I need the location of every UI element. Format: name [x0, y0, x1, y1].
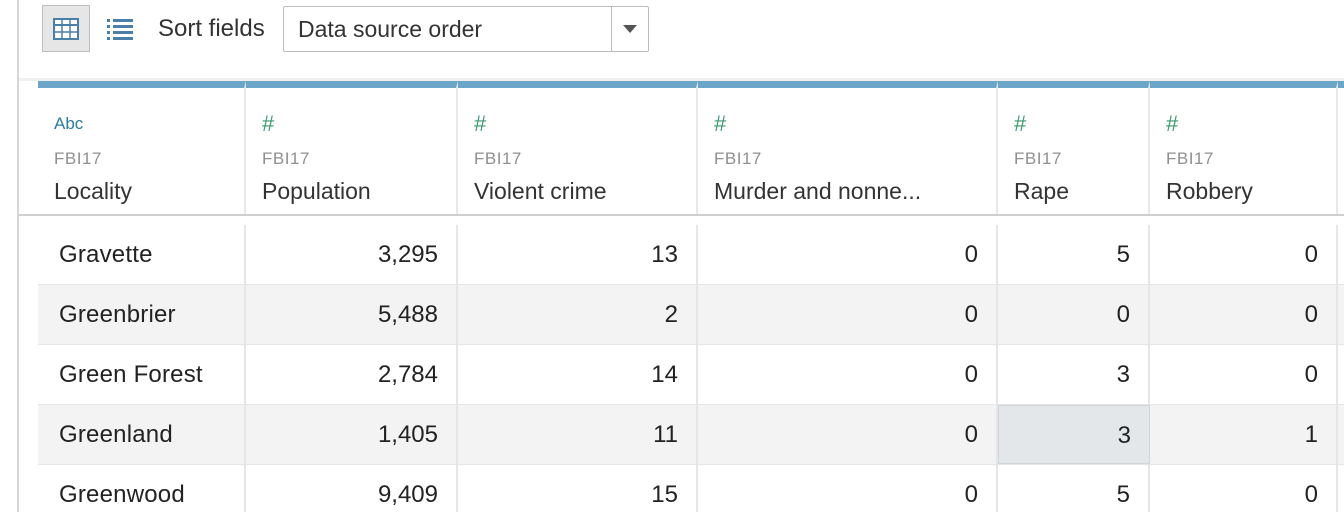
cell-violent-crime[interactable]: 2 [458, 285, 698, 344]
column-name: Violent crime [474, 178, 607, 204]
cell-locality[interactable]: Gravette [38, 225, 246, 284]
cell-robbery[interactable]: 1 [1150, 405, 1338, 464]
number-type-icon[interactable]: # [262, 113, 274, 135]
table-row: Greenwood 9,409 15 0 5 0 [38, 465, 1344, 512]
grid-icon [53, 17, 79, 40]
cell-rape[interactable]: 0 [998, 285, 1150, 344]
cell-next [1338, 405, 1344, 464]
column-source: FBI17 [474, 149, 522, 168]
column-name: Robbery [1166, 178, 1253, 204]
column-name: Population [262, 178, 371, 204]
column-header-robbery[interactable]: # FBI17 Robbery [1150, 81, 1338, 216]
cell-population[interactable]: 5,488 [246, 285, 458, 344]
column-header-population[interactable]: # FBI17 Population [246, 81, 458, 216]
cell-locality[interactable]: Greenwood [38, 465, 246, 512]
cell-murder[interactable]: 0 [698, 285, 998, 344]
table-row: Green Forest 2,784 14 0 3 0 [38, 345, 1344, 405]
table-body: Gravette 3,295 13 0 5 0 Greenbrier 5,488… [38, 225, 1344, 512]
column-header-rape[interactable]: # FBI17 Rape [998, 81, 1150, 216]
cell-violent-crime[interactable]: 11 [458, 405, 698, 464]
left-panel-edge [0, 0, 19, 512]
column-source: FBI17 [54, 149, 102, 168]
table-row: Greenbrier 5,488 2 0 0 0 [38, 285, 1344, 345]
cell-rape[interactable]: 3 [998, 345, 1150, 404]
table-row: Greenland 1,405 11 0 3 1 [38, 405, 1344, 465]
string-type-icon[interactable]: Abc [54, 114, 83, 134]
cell-violent-crime[interactable]: 15 [458, 465, 698, 512]
cell-locality[interactable]: Greenbrier [38, 285, 246, 344]
sort-fields-dropdown[interactable]: Data source order [283, 6, 649, 52]
data-grid: Abc FBI17 Locality # FBI17 Population # … [38, 81, 1344, 512]
toolbar: Sort fields Data source order [19, 0, 1344, 78]
cell-murder[interactable]: 0 [698, 405, 998, 464]
cell-murder[interactable]: 0 [698, 465, 998, 512]
column-header-locality[interactable]: Abc FBI17 Locality [38, 81, 246, 216]
cell-robbery[interactable]: 0 [1150, 285, 1338, 344]
number-type-icon[interactable]: # [474, 113, 486, 135]
cell-locality[interactable]: Green Forest [38, 345, 246, 404]
sort-fields-label: Sort fields [158, 15, 265, 42]
cell-violent-crime[interactable]: 13 [458, 225, 698, 284]
cell-population[interactable]: 2,784 [246, 345, 458, 404]
column-source: FBI17 [1166, 149, 1214, 168]
column-header-violent-crime[interactable]: # FBI17 Violent crime [458, 81, 698, 216]
cell-population[interactable]: 9,409 [246, 465, 458, 512]
column-name: Locality [54, 178, 132, 204]
number-type-icon[interactable]: # [1166, 113, 1178, 135]
cell-next [1338, 225, 1344, 284]
column-name: Rape [1014, 178, 1069, 204]
grid-view-button[interactable] [42, 5, 90, 52]
cell-next [1338, 285, 1344, 344]
column-source: FBI17 [262, 149, 310, 168]
cell-robbery[interactable]: 0 [1150, 465, 1338, 512]
column-source: FBI17 [714, 149, 762, 168]
column-source: FBI17 [1014, 149, 1062, 168]
cell-rape[interactable]: 5 [998, 465, 1150, 512]
cell-locality[interactable]: Greenland [38, 405, 246, 464]
table-row: Gravette 3,295 13 0 5 0 [38, 225, 1344, 285]
list-view-button[interactable] [103, 12, 137, 46]
cell-robbery[interactable]: 0 [1150, 225, 1338, 284]
column-name: Murder and nonne... [714, 178, 922, 204]
header-row: Abc FBI17 Locality # FBI17 Population # … [38, 81, 1344, 216]
dropdown-toggle[interactable] [611, 7, 648, 51]
cell-next [1338, 345, 1344, 404]
list-icon [107, 19, 133, 40]
data-source-grid-view: Sort fields Data source order Abc FBI17 … [0, 0, 1344, 512]
cell-murder[interactable]: 0 [698, 345, 998, 404]
number-type-icon[interactable]: # [1014, 113, 1026, 135]
column-header-murder[interactable]: # FBI17 Murder and nonne... [698, 81, 998, 216]
cell-population[interactable]: 3,295 [246, 225, 458, 284]
chevron-down-icon [623, 24, 637, 33]
cell-rape[interactable]: 5 [998, 225, 1150, 284]
cell-murder[interactable]: 0 [698, 225, 998, 284]
cell-population[interactable]: 1,405 [246, 405, 458, 464]
cell-violent-crime[interactable]: 14 [458, 345, 698, 404]
cell-robbery[interactable]: 0 [1150, 345, 1338, 404]
column-header-next[interactable] [1338, 81, 1344, 216]
cell-rape-selected[interactable]: 3 [998, 405, 1150, 464]
sort-fields-value: Data source order [298, 15, 483, 42]
header-divider [19, 214, 1344, 216]
cell-next [1338, 465, 1344, 512]
number-type-icon[interactable]: # [714, 113, 726, 135]
